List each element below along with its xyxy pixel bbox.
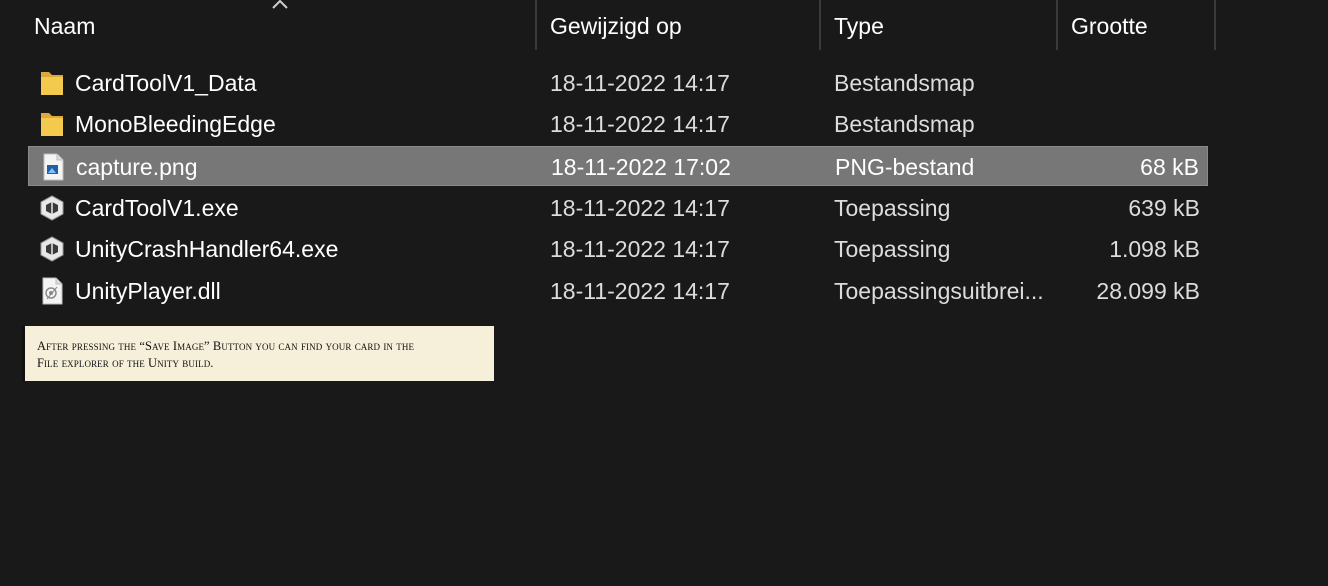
column-header-modified[interactable]: Gewijzigd op <box>550 0 818 52</box>
file-modified: 18-11-2022 14:17 <box>550 70 730 96</box>
png-file-icon <box>43 153 64 181</box>
file-modified: 18-11-2022 14:17 <box>550 236 730 262</box>
folder-icon <box>41 72 63 95</box>
file-name: UnityPlayer.dll <box>75 278 221 304</box>
file-row-unitycrashhandler64-exe[interactable]: UnityCrashHandler64.exe 18-11-2022 14:17… <box>28 229 1208 269</box>
dll-file-icon <box>42 277 63 305</box>
file-size: 639 kB <box>1128 195 1200 221</box>
file-size: 68 kB <box>1140 154 1199 180</box>
column-header-type-label: Type <box>834 12 884 39</box>
file-type: Bestandsmap <box>834 111 975 137</box>
column-header-size[interactable]: Grootte <box>1071 0 1213 52</box>
folder-icon <box>41 113 63 136</box>
file-size: 1.098 kB <box>1109 236 1200 262</box>
file-type: Toepassing <box>834 195 951 221</box>
column-header-name[interactable]: Naam <box>34 0 534 52</box>
file-modified: 18-11-2022 14:17 <box>550 111 730 137</box>
file-row-monobleedingedge[interactable]: MonoBleedingEdge 18-11-2022 14:17 Bestan… <box>28 104 1208 144</box>
column-header-modified-label: Gewijzigd op <box>550 12 682 39</box>
column-header-name-label: Naam <box>34 12 96 39</box>
file-size: 28.099 kB <box>1096 278 1200 304</box>
file-modified: 18-11-2022 14:17 <box>550 278 730 304</box>
file-modified: 18-11-2022 14:17 <box>550 195 730 221</box>
file-type: Bestandsmap <box>834 70 975 96</box>
column-header-type[interactable]: Type <box>834 0 1054 52</box>
file-type: PNG-bestand <box>835 154 975 180</box>
caption-line-1: After pressing the “Save Image” Button y… <box>37 339 415 353</box>
file-name: capture.png <box>76 154 198 180</box>
column-divider[interactable] <box>819 0 821 50</box>
file-type: Toepassing <box>834 236 951 262</box>
column-divider[interactable] <box>535 0 537 50</box>
column-divider[interactable] <box>1056 0 1058 50</box>
file-row-unityplayer-dll[interactable]: UnityPlayer.dll 18-11-2022 14:17 Toepass… <box>28 271 1208 311</box>
column-header-size-label: Grootte <box>1071 12 1148 39</box>
file-explorer-list: Naam Gewijzigd op Type Grootte CardToolV… <box>0 0 1328 586</box>
column-header-bar: Naam Gewijzigd op Type Grootte <box>0 0 1328 52</box>
caption-line-2: File explorer of the Unity build. <box>37 356 214 370</box>
file-type: Toepassingsuitbrei... <box>834 278 1044 304</box>
file-name: MonoBleedingEdge <box>75 111 276 137</box>
file-row-cardtoolv1-data[interactable]: CardToolV1_Data 18-11-2022 14:17 Bestand… <box>28 63 1208 103</box>
column-divider[interactable] <box>1214 0 1216 50</box>
unity-exe-icon <box>40 195 64 221</box>
file-row-capture-png[interactable]: capture.png 18-11-2022 17:02 PNG-bestand… <box>28 146 1208 186</box>
figure-caption: After pressing the “Save Image” Button y… <box>22 326 494 381</box>
file-row-cardtoolv1-exe[interactable]: CardToolV1.exe 18-11-2022 14:17 Toepassi… <box>28 188 1208 228</box>
unity-exe-icon <box>40 236 64 262</box>
file-name: CardToolV1_Data <box>75 70 257 96</box>
file-modified: 18-11-2022 17:02 <box>551 154 731 180</box>
file-name: CardToolV1.exe <box>75 195 239 221</box>
file-name: UnityCrashHandler64.exe <box>75 236 339 262</box>
